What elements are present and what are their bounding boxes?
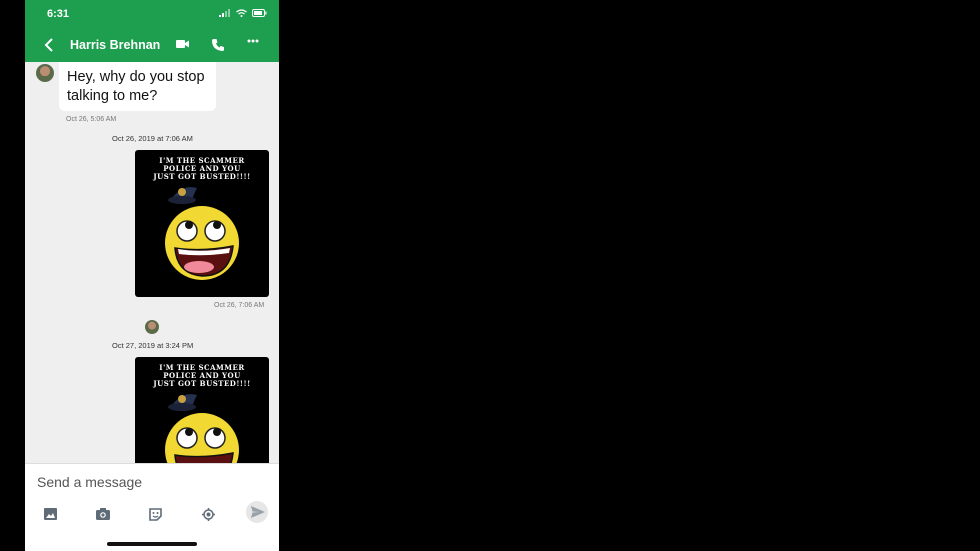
read-receipt-avatar <box>145 320 159 334</box>
incoming-message-text: Hey, why do you stop talking to me? <box>67 69 205 104</box>
status-time: 6:31 <box>47 8 70 20</box>
app-bar: Harris Brehnan <box>25 30 279 62</box>
gallery-icon[interactable] <box>44 508 57 520</box>
phone-icon[interactable] <box>211 38 225 52</box>
sticker-icon[interactable] <box>149 508 162 521</box>
more-icon[interactable] <box>247 39 259 43</box>
status-icons <box>219 9 267 17</box>
home-indicator[interactable] <box>107 542 197 546</box>
outgoing-image-message[interactable]: I'M THE SCAMMER POLICE AND YOU JUST GOT … <box>135 150 269 297</box>
send-button[interactable] <box>246 501 268 523</box>
back-arrow-icon[interactable] <box>44 37 54 53</box>
contact-name[interactable]: Harris Brehnan <box>70 38 160 52</box>
location-icon[interactable] <box>202 508 215 521</box>
phone-screen: 6:31 Harris Brehnan Hey, why do you stop… <box>25 0 279 551</box>
send-icon <box>251 506 265 518</box>
outgoing-image-message[interactable]: I'M THE SCAMMER POLICE AND YOU JUST GOT … <box>135 357 269 463</box>
date-header: Oct 26, 2019 at 7:06 AM <box>112 134 193 143</box>
police-smiley-image <box>165 394 239 463</box>
incoming-message-bubble[interactable]: Hey, why do you stop talking to me? <box>59 62 216 111</box>
message-composer: Send a message <box>25 463 279 551</box>
outgoing-message-time: Oct 26, 7:06 AM <box>214 302 265 309</box>
video-call-icon[interactable] <box>176 39 190 49</box>
contact-avatar[interactable] <box>36 64 54 82</box>
wifi-icon <box>236 9 247 17</box>
date-header: Oct 27, 2019 at 3:24 PM <box>112 341 194 350</box>
signal-icon <box>219 9 230 17</box>
police-smiley-image <box>165 187 239 280</box>
battery-icon <box>252 9 267 17</box>
message-input[interactable]: Send a message <box>37 474 142 490</box>
incoming-message-time: Oct 26, 5:06 AM <box>66 116 117 123</box>
status-bar: 6:31 <box>25 0 279 30</box>
camera-icon[interactable] <box>96 508 110 520</box>
message-thread[interactable]: Hey, why do you stop talking to me? Oct … <box>25 62 279 463</box>
